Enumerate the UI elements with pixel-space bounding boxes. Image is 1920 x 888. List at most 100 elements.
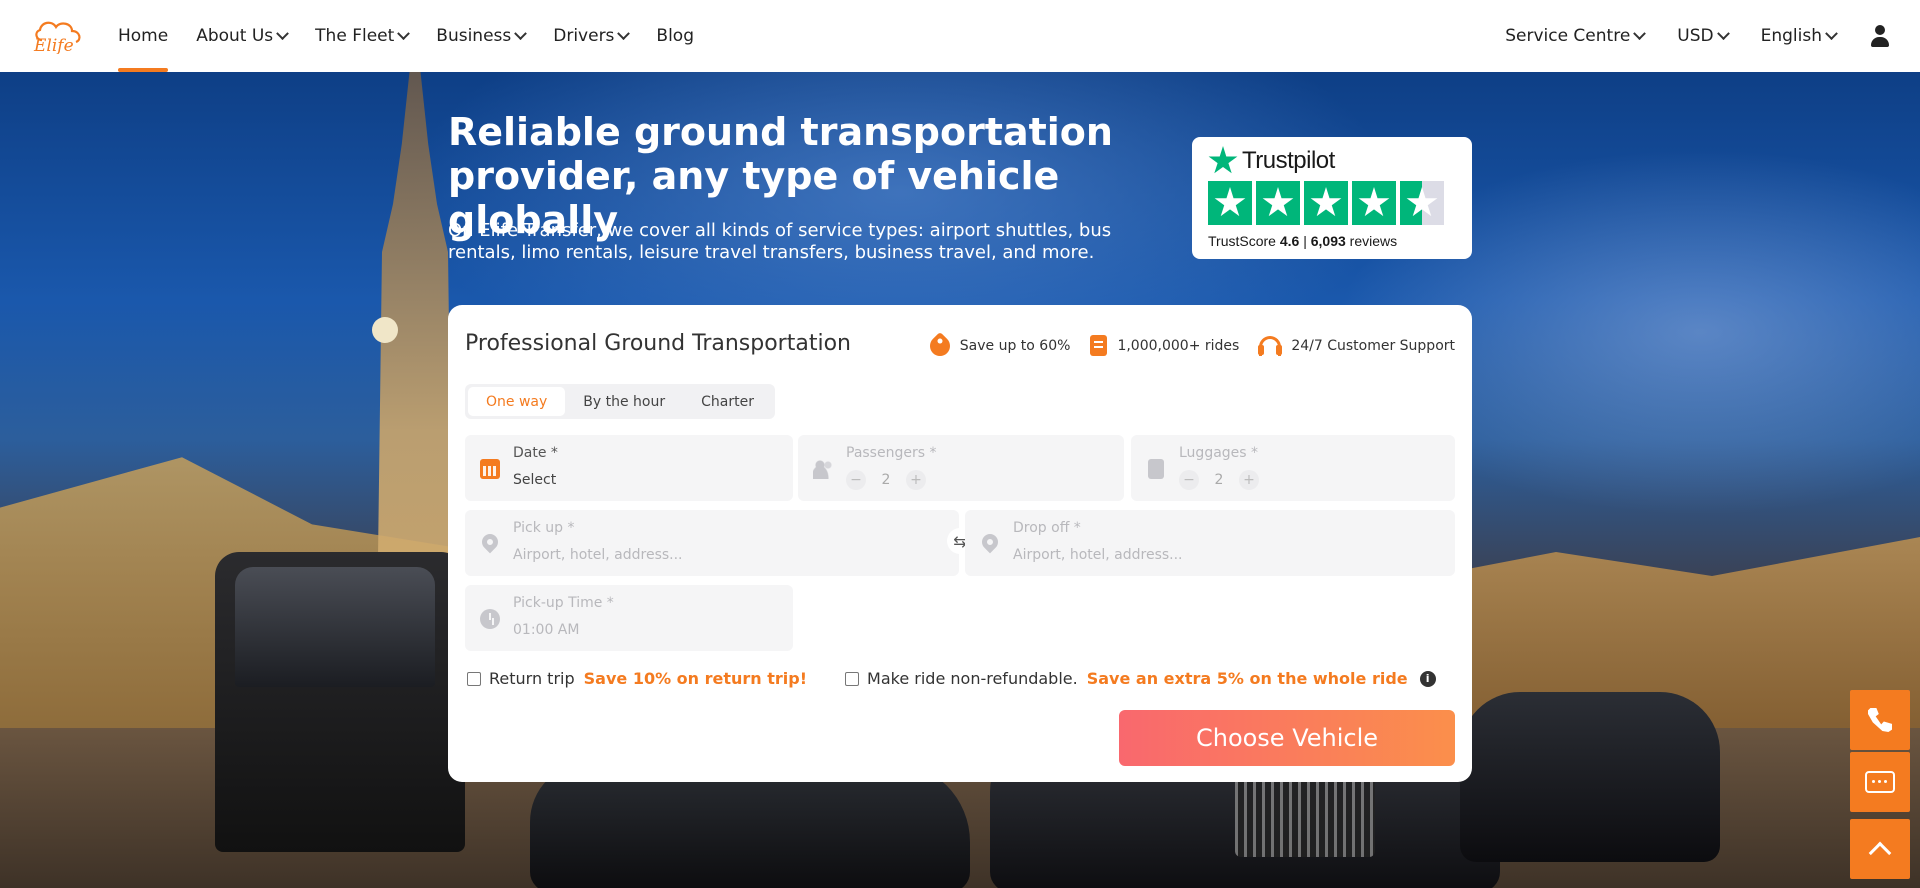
trustscore-value: 4.6 (1279, 233, 1300, 249)
language-selector[interactable]: English (1760, 0, 1838, 72)
calendar-icon (480, 459, 500, 479)
chevron-down-icon (397, 26, 411, 40)
nav-about-us-label: About Us (196, 26, 274, 46)
suv-image (1460, 692, 1720, 862)
location-pin-icon (478, 530, 502, 554)
passengers-increment-button[interactable]: + (906, 470, 926, 490)
nav-business-label: Business (436, 26, 512, 46)
chevron-down-icon (514, 26, 528, 40)
pickup-label: Pick up * (513, 520, 575, 536)
luggages-field[interactable]: Luggages * − 2 + (1131, 435, 1455, 501)
document-icon (1090, 335, 1108, 356)
nav-blog-label: Blog (656, 26, 694, 46)
feature-support: 24/7 Customer Support (1258, 335, 1455, 356)
main-nav: Home About Us The Fleet Business Drivers… (118, 0, 722, 72)
chat-icon (1865, 771, 1895, 793)
booking-card: Professional Ground Transportation Save … (448, 305, 1472, 782)
trustpilot-rating-stars (1208, 181, 1456, 225)
tab-one-way[interactable]: One way (468, 387, 566, 416)
nav-blog[interactable]: Blog (656, 0, 694, 72)
logo-text: Elife (33, 36, 74, 54)
trustpilot-star-icon (1208, 146, 1238, 174)
arrow-up-icon (1868, 841, 1892, 865)
nav-drivers[interactable]: Drivers (553, 0, 631, 72)
chevron-down-icon (276, 26, 290, 40)
location-pin-icon (978, 530, 1002, 554)
star-icon (1208, 181, 1252, 225)
headset-icon (1258, 335, 1283, 356)
nav-drivers-label: Drivers (553, 26, 615, 46)
chevron-down-icon (1716, 26, 1730, 40)
feature-savings-label: Save up to 60% (959, 337, 1071, 354)
tag-icon (925, 331, 954, 360)
nav-home-label: Home (118, 26, 169, 46)
trustscore-separator: | (1303, 233, 1307, 249)
chevron-down-icon (1633, 26, 1647, 40)
elife-logo[interactable]: Elife (30, 18, 88, 54)
non-refundable-promo: Save an extra 5% on the whole ride (1086, 669, 1408, 688)
passengers-value: 2 (881, 472, 891, 488)
feature-support-label: 24/7 Customer Support (1291, 337, 1455, 354)
nav-business[interactable]: Business (436, 0, 528, 72)
header-utilities: Service Centre USD English (1472, 0, 1890, 72)
tab-by-the-hour[interactable]: By the hour (565, 387, 683, 416)
dropoff-label: Drop off * (1013, 520, 1081, 536)
non-refundable-checkbox[interactable] (845, 671, 860, 686)
info-icon[interactable]: i (1419, 670, 1436, 687)
feature-savings: Save up to 60% (925, 331, 1071, 360)
chevron-down-icon (617, 26, 631, 40)
luggages-stepper: − 2 + (1179, 470, 1259, 490)
passengers-stepper: − 2 + (846, 470, 926, 490)
luggages-decrement-button[interactable]: − (1179, 470, 1199, 490)
return-trip-checkbox[interactable] (467, 671, 481, 686)
tower-clock (372, 317, 398, 343)
back-to-top-button[interactable] (1850, 819, 1910, 879)
date-label: Date * (513, 445, 558, 461)
phone-icon (1868, 708, 1892, 732)
luggages-label: Luggages * (1179, 445, 1259, 461)
date-field[interactable]: Date * Select (465, 435, 793, 501)
pickup-time-label: Pick-up Time * (513, 595, 614, 611)
trustpilot-widget[interactable]: Trustpilot TrustScore 4.6 | 6,093 review… (1192, 137, 1472, 259)
passengers-decrement-button[interactable]: − (846, 470, 866, 490)
passengers-field[interactable]: Passengers * − 2 + (798, 435, 1124, 501)
nav-home[interactable]: Home (118, 0, 169, 72)
dropoff-input[interactable]: Airport, hotel, address... (1013, 547, 1183, 563)
star-icon (1304, 181, 1348, 225)
pickup-time-value: 01:00 AM (513, 622, 580, 638)
clock-icon (480, 609, 500, 629)
nav-the-fleet[interactable]: The Fleet (315, 0, 411, 72)
trustpilot-name: Trustpilot (1242, 147, 1335, 174)
return-trip-label[interactable]: Return trip (489, 669, 575, 688)
currency-selector[interactable]: USD (1677, 0, 1730, 72)
luggages-increment-button[interactable]: + (1239, 470, 1259, 490)
language-label: English (1760, 26, 1822, 46)
booking-options: Return trip Save 10% on return trip! Mak… (467, 669, 1436, 688)
pickup-time-field[interactable]: Pick-up Time * 01:00 AM (465, 585, 793, 651)
dropoff-field[interactable]: Drop off * Airport, hotel, address... (965, 510, 1455, 576)
return-trip-promo: Save 10% on return trip! (583, 669, 808, 688)
non-refundable-label[interactable]: Make ride non-refundable. (867, 669, 1078, 688)
call-button[interactable] (1850, 690, 1910, 750)
chat-button[interactable] (1850, 752, 1910, 812)
site-header: Elife Home About Us The Fleet Business D… (0, 0, 1920, 72)
chevron-down-icon (1825, 26, 1838, 40)
pickup-input[interactable]: Airport, hotel, address... (513, 547, 683, 563)
pickup-field[interactable]: Pick up * Airport, hotel, address... (465, 510, 959, 576)
booking-features: Save up to 60% 1,000,000+ rides 24/7 Cus… (910, 331, 1455, 360)
trustscore-label: TrustScore (1208, 233, 1276, 249)
feature-rides-label: 1,000,000+ rides (1117, 337, 1240, 354)
passengers-icon (813, 459, 833, 479)
car-grille (1235, 777, 1375, 857)
reviews-label: reviews (1349, 233, 1398, 249)
service-centre-menu[interactable]: Service Centre (1505, 0, 1647, 72)
nav-about-us[interactable]: About Us (196, 0, 290, 72)
currency-label: USD (1677, 26, 1714, 46)
luggage-icon (1148, 459, 1164, 479)
trustpilot-header: Trustpilot (1208, 145, 1456, 177)
tab-charter[interactable]: Charter (683, 387, 772, 416)
choose-vehicle-button[interactable]: Choose Vehicle (1119, 710, 1455, 766)
user-icon[interactable] (1870, 25, 1890, 47)
trip-type-tabs: One way By the hour Charter (465, 384, 775, 419)
nav-the-fleet-label: The Fleet (315, 26, 395, 46)
